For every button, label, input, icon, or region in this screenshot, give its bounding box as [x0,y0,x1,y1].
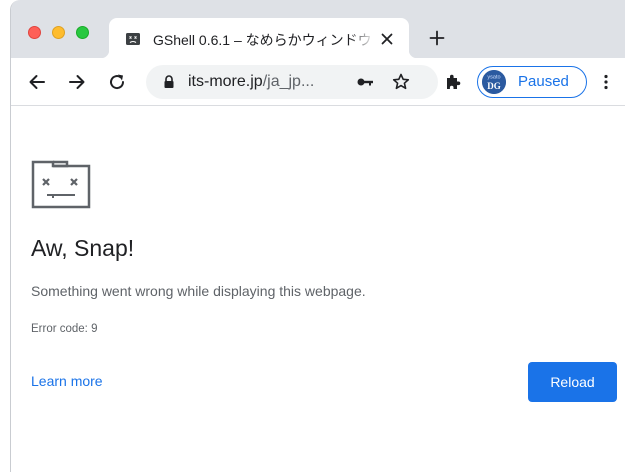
toolbar: its-more.jp/ja_jp... ysato DG Paused [11,58,625,106]
extensions-puzzle-icon[interactable] [443,72,463,92]
error-code: Error code: 9 [31,323,98,335]
avatar-initials: DG [487,81,501,91]
url-host: its-more.jp [188,73,263,90]
error-title: Aw, Snap! [31,235,135,261]
tab-title: GShell 0.6.1 – なめらかウィンドウ [153,32,372,48]
url-text[interactable]: its-more.jp/ja_jp... [188,73,314,91]
svg-text:ysato: ysato [487,75,500,81]
forward-button[interactable] [65,70,89,94]
minimize-window-button[interactable] [52,26,65,39]
avatar: ysato DG [482,70,506,94]
more-options-button[interactable] [601,72,611,92]
new-tab-button[interactable] [426,27,448,49]
profile-status-label: Paused [518,73,569,90]
sad-tab-icon [125,31,141,47]
back-arrow-icon [29,75,45,89]
learn-more-link[interactable]: Learn more [31,373,103,389]
profile-button[interactable]: ysato DG Paused [477,66,587,98]
maximize-window-button[interactable] [76,26,89,39]
error-page: Aw, Snap! Something went wrong while dis… [11,107,625,472]
lock-icon[interactable] [161,74,177,90]
close-tab-icon[interactable] [377,29,397,49]
bookmark-star-icon[interactable] [391,72,411,92]
url-path: /ja_jp... [262,73,315,90]
reload-button[interactable]: Reload [528,362,617,402]
sad-folder-icon [31,155,91,209]
back-button[interactable] [25,70,49,94]
active-tab[interactable]: GShell 0.6.1 – なめらかウィンドウ [101,18,417,58]
kebab-menu-icon [604,74,608,90]
address-bar[interactable]: its-more.jp/ja_jp... [146,65,438,99]
forward-arrow-icon [69,75,85,89]
error-message: Something went wrong while displaying th… [31,283,366,299]
key-icon[interactable] [356,74,374,90]
browser-window: GShell 0.6.1 – なめらかウィンドウ its-more.jp/ja_… [10,0,625,472]
close-window-button[interactable] [28,26,41,39]
reload-icon [110,74,125,90]
reload-toolbar-button[interactable] [105,70,129,94]
tab-strip: GShell 0.6.1 – なめらかウィンドウ [11,0,625,58]
